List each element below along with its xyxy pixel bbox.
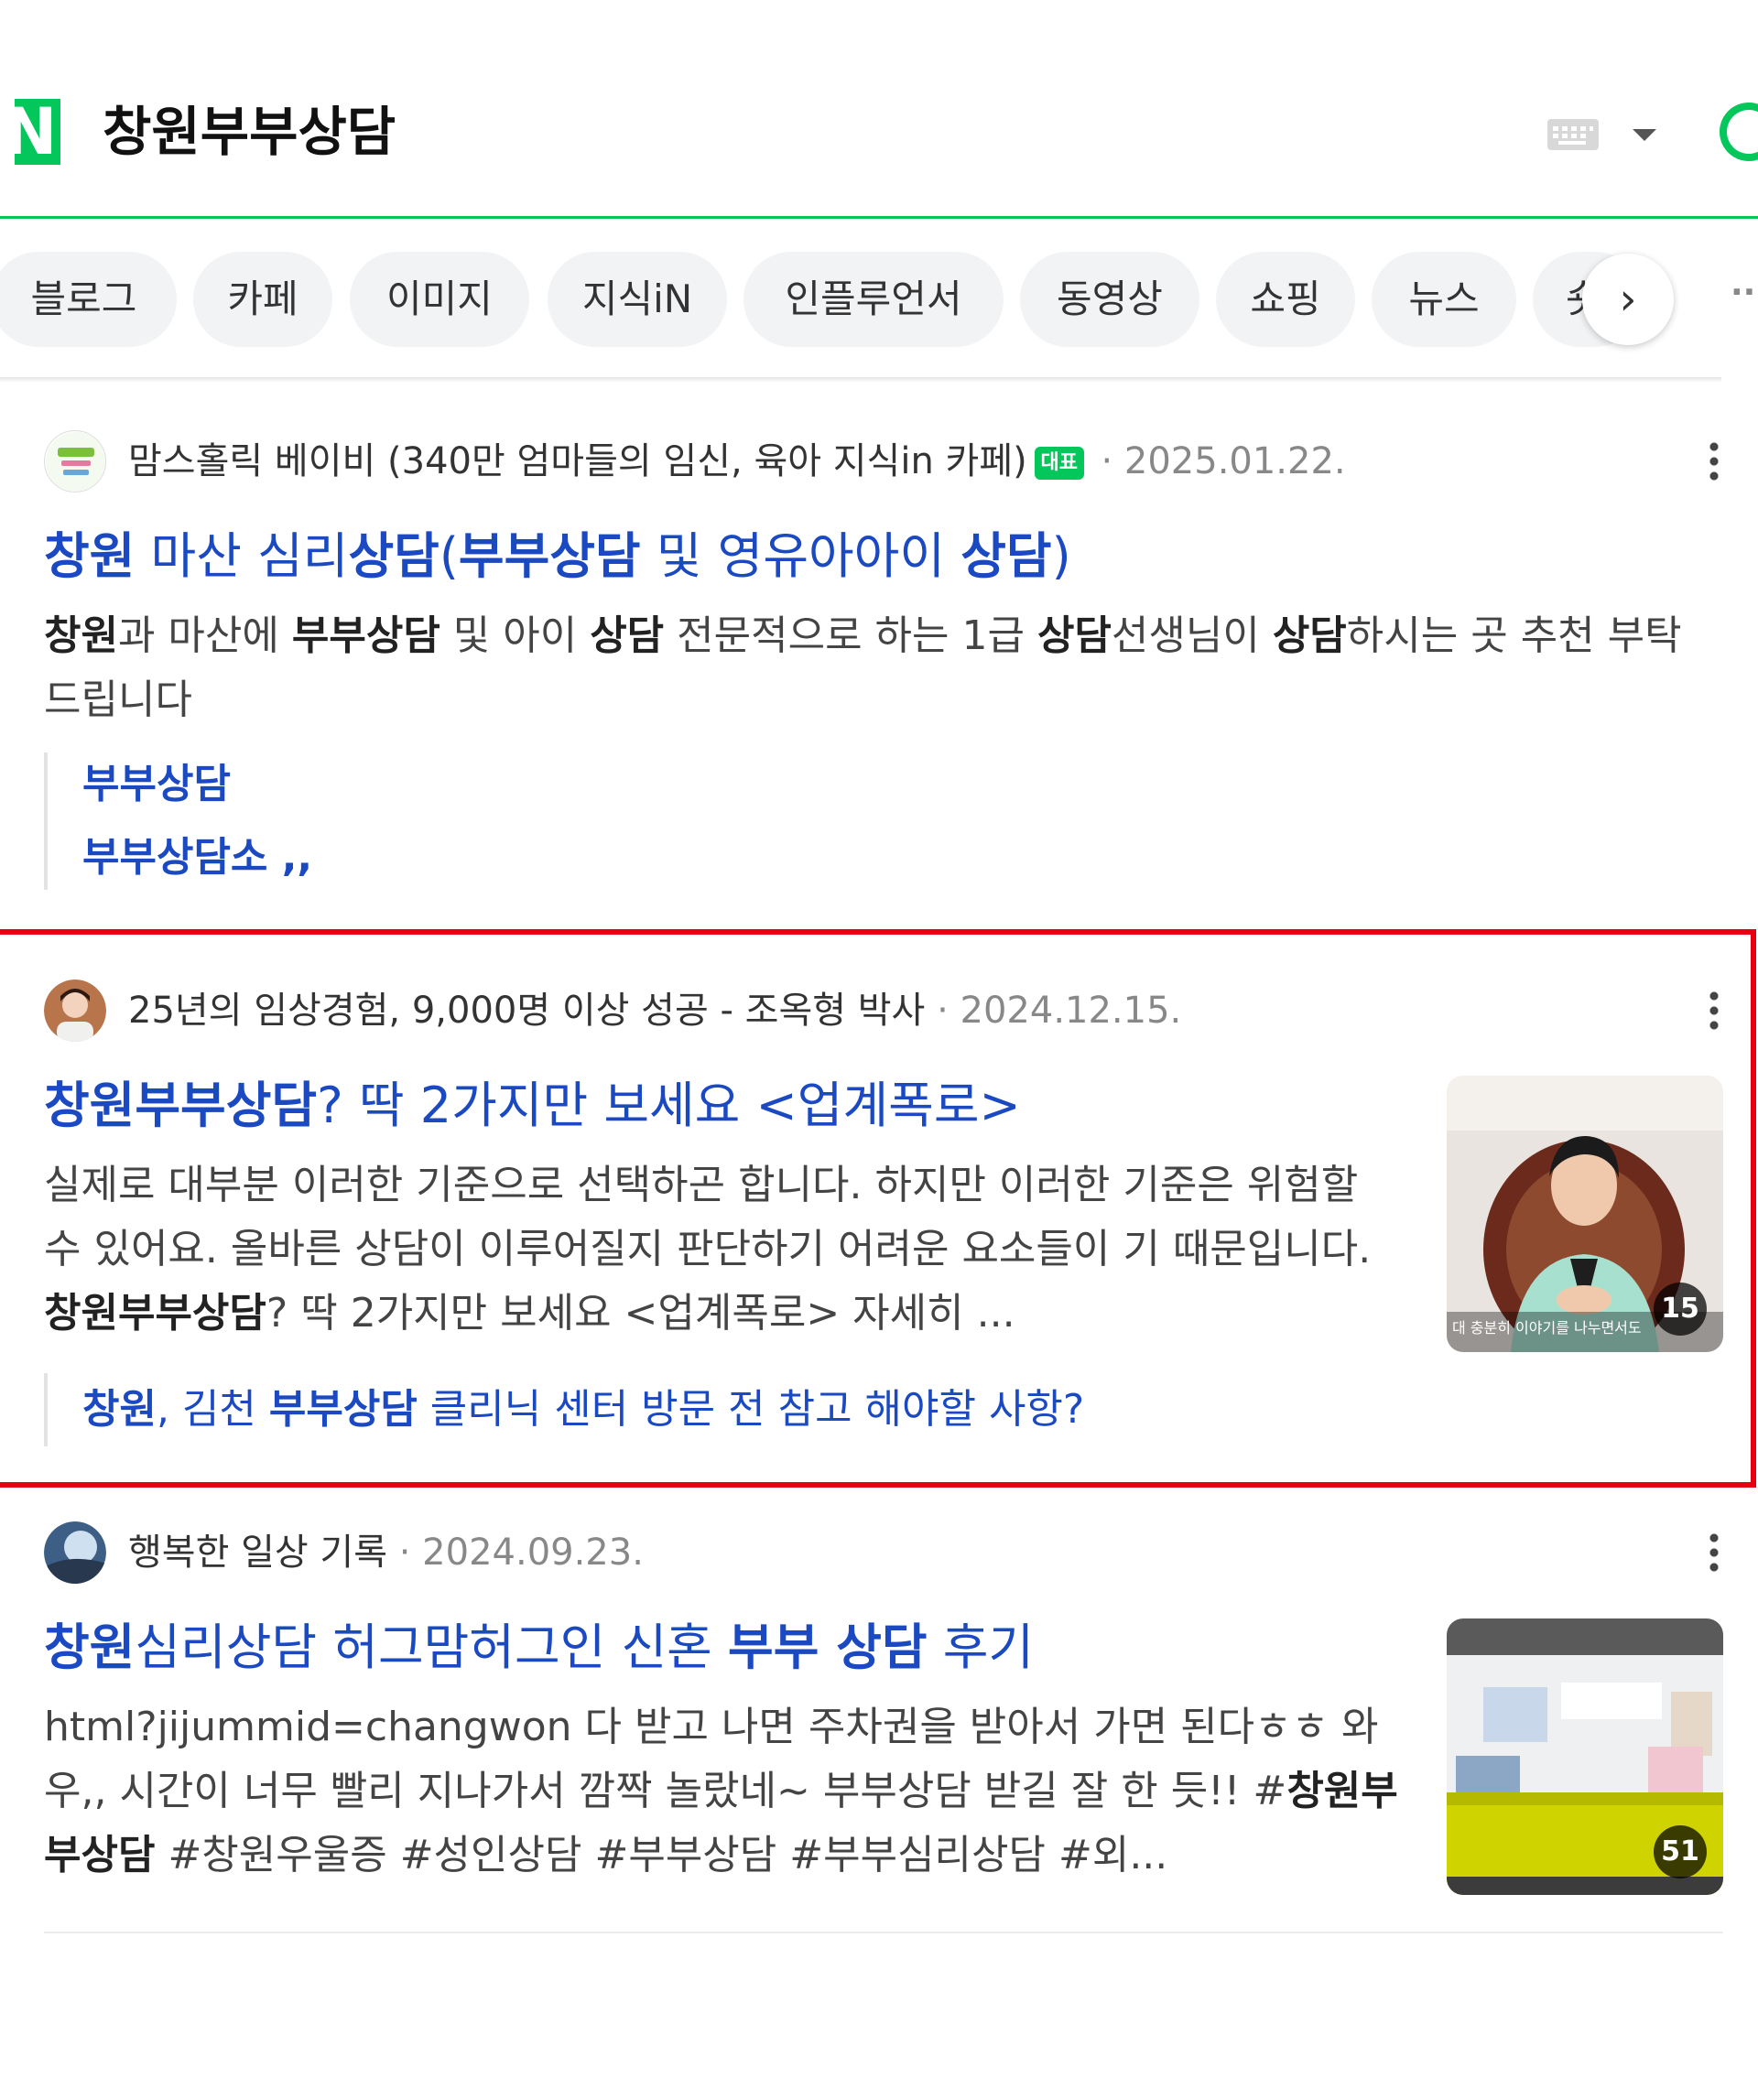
snippet-text: 실제로 대부분 이러한 기준으로 선택하곤 합니다. 하지만 이러한 기준은 위… bbox=[44, 1162, 1372, 1272]
title-text: ? 딱 2가지만 보세요 <업계폭로> bbox=[317, 1077, 1021, 1134]
title-text: 마산 심리 bbox=[135, 527, 349, 585]
thumbnail-caption: 대 충분히 이야기를 나누면서도 bbox=[1452, 1319, 1642, 1337]
result-source[interactable]: 행복한 일상 기록 · 2024.09.23. bbox=[44, 1521, 1720, 1586]
title-text: 및 영유아아이 bbox=[640, 527, 961, 585]
post-date: · 2024.09.23. bbox=[387, 1532, 644, 1574]
snippet-bold: 상담 bbox=[1272, 612, 1347, 659]
title-bold: 상담 bbox=[960, 527, 1052, 585]
image-count-badge: 15 bbox=[1654, 1283, 1707, 1336]
tab-kin[interactable]: 지식iN bbox=[548, 252, 727, 347]
tab-cafe[interactable]: 카페 bbox=[193, 252, 332, 347]
title-text: ) bbox=[1051, 527, 1071, 585]
more-options-icon[interactable] bbox=[1709, 439, 1720, 483]
author-avatar bbox=[44, 980, 106, 1042]
video-thumbnail[interactable]: 대 충분히 이야기를 나누면서도 15 bbox=[1447, 1076, 1723, 1352]
snippet-bold: 부부상담 bbox=[291, 612, 440, 659]
result-title-link[interactable]: 창원부부상담? 딱 2가지만 보세요 <업계폭로> bbox=[44, 1069, 1021, 1142]
result-snippet[interactable]: 창원과 마산에 부부상담 및 아이 상담 전문적으로 하는 1급 상담선생님이 … bbox=[44, 604, 1692, 732]
naver-logo-icon[interactable]: N bbox=[0, 99, 60, 165]
search-icon[interactable] bbox=[1720, 103, 1758, 161]
source-name: 25년의 임상경험, 9,000명 이상 성공 - 조옥형 박사 · 2024.… bbox=[128, 980, 1181, 1042]
snippet-text: 선생님이 bbox=[1111, 612, 1273, 659]
link-bold: 부부상담 bbox=[268, 1386, 418, 1433]
snippet-text: 전문적으로 하는 1급 bbox=[664, 612, 1037, 659]
post-date: · 2025.01.22. bbox=[1089, 440, 1346, 482]
source-name: 맘스홀릭 베이비 (340만 엄마들의 임신, 육아 지식in 카페) 대표 · … bbox=[128, 430, 1346, 493]
image-count-badge: 51 bbox=[1654, 1825, 1707, 1878]
snippet-text: 및 아이 bbox=[440, 612, 591, 659]
search-tabs: 블로그 카페 이미지 지식iN 인플루언서 동영상 쇼핑 뉴스 숏 › bbox=[0, 252, 1758, 352]
snippet-text: html?jijummid=changwon 다 받고 나면 주차권을 받아서 … bbox=[44, 1704, 1379, 1814]
title-bold: 상담 bbox=[348, 527, 440, 585]
post-date: · 2024.12.15. bbox=[925, 990, 1182, 1032]
related-links: 부부상담 부부상담소 ,, bbox=[44, 752, 312, 890]
link-text: , 김천 bbox=[156, 1386, 269, 1433]
tab-news[interactable]: 뉴스 bbox=[1372, 252, 1516, 347]
result-snippet[interactable]: 실제로 대부분 이러한 기준으로 선택하곤 합니다. 하지만 이러한 기준은 위… bbox=[44, 1153, 1399, 1346]
tabs-divider bbox=[0, 377, 1721, 383]
tab-image[interactable]: 이미지 bbox=[350, 252, 529, 347]
tab-blog[interactable]: 블로그 bbox=[0, 252, 177, 347]
snippet-bold: 창원부부상담 bbox=[44, 1290, 266, 1337]
tab-shopping[interactable]: 쇼핑 bbox=[1216, 252, 1355, 347]
cafe-avatar bbox=[44, 430, 106, 493]
more-options-icon[interactable] bbox=[1709, 989, 1720, 1033]
title-bold: 창원 bbox=[44, 1618, 136, 1676]
title-text: ( bbox=[439, 527, 459, 585]
snippet-text: ? 딱 2가지만 보세요 <업계폭로> 자세히 ... bbox=[266, 1290, 1015, 1337]
cafe-name: 맘스홀릭 베이비 (340만 엄마들의 임신, 육아 지식in 카페) bbox=[128, 440, 1027, 482]
representative-badge: 대표 bbox=[1034, 447, 1084, 480]
result-source[interactable]: 25년의 임상경험, 9,000명 이상 성공 - 조옥형 박사 · 2024.… bbox=[44, 980, 1720, 1044]
header-divider bbox=[0, 216, 1758, 219]
snippet-bold: 상담 bbox=[1036, 612, 1112, 659]
link-bold: 창원 bbox=[82, 1386, 157, 1433]
title-text: 후기 bbox=[927, 1618, 1035, 1676]
snippet-text: 과 마산에 bbox=[117, 612, 292, 659]
image-thumbnail[interactable]: 51 bbox=[1447, 1618, 1723, 1895]
snippet-text: #창원우울증 #성인상담 #부부상담 #부부심리상담 #외... bbox=[155, 1832, 1168, 1878]
source-name: 행복한 일상 기록 · 2024.09.23. bbox=[128, 1521, 644, 1584]
more-options-icon[interactable] bbox=[1709, 1531, 1720, 1575]
result-title-link[interactable]: 창원심리상담 허그맘허그인 신혼 부부 상담 후기 bbox=[44, 1611, 1034, 1684]
title-bold: 부부 상담 bbox=[728, 1618, 928, 1676]
results-divider bbox=[44, 1932, 1723, 1933]
title-bold: 창원 bbox=[44, 527, 136, 585]
blog-name: 행복한 일상 기록 bbox=[128, 1532, 388, 1574]
tab-video[interactable]: 동영상 bbox=[1020, 252, 1199, 347]
more-tabs-icon[interactable]: ·· bbox=[1731, 276, 1758, 309]
search-query-input[interactable]: 창원부부상담 bbox=[103, 99, 396, 165]
logo-letter: N bbox=[3, 94, 58, 169]
link-text: 클리닉 센터 방문 전 참고 해야할 사항? bbox=[417, 1386, 1085, 1433]
snippet-bold: 상담 bbox=[590, 612, 665, 659]
related-link[interactable]: 창원, 김천 부부상담 클리닉 센터 방문 전 참고 해야할 사항? bbox=[82, 1373, 1084, 1446]
title-bold: 창원부부상담 bbox=[44, 1077, 318, 1134]
chevron-down-icon[interactable] bbox=[1633, 129, 1656, 141]
tab-influencer[interactable]: 인플루언서 bbox=[743, 252, 1004, 347]
search-header: N 창원부부상담 bbox=[0, 0, 1758, 220]
snippet-bold: 창원 bbox=[44, 612, 118, 659]
related-link[interactable]: 부부상담 bbox=[82, 752, 312, 817]
chevron-right-icon[interactable]: › bbox=[1582, 254, 1674, 345]
keyboard-icon[interactable] bbox=[1547, 119, 1599, 150]
related-link[interactable]: 부부상담소 ,, bbox=[82, 817, 312, 899]
result-title-link[interactable]: 창원 마산 심리상담(부부상담 및 영유아아이 상담) bbox=[44, 520, 1071, 593]
title-text: 심리상담 허그맘허그인 신혼 bbox=[135, 1618, 729, 1676]
title-bold: 부부상담 bbox=[458, 527, 641, 585]
result-snippet[interactable]: html?jijummid=changwon 다 받고 나면 주차권을 받아서 … bbox=[44, 1695, 1408, 1888]
blogger-avatar bbox=[44, 1521, 106, 1584]
blog-name: 25년의 임상경험, 9,000명 이상 성공 - 조옥형 박사 bbox=[128, 990, 926, 1032]
result-source[interactable]: 맘스홀릭 베이비 (340만 엄마들의 임신, 육아 지식in 카페) 대표 · … bbox=[44, 430, 1720, 494]
related-links: 창원, 김천 부부상담 클리닉 센터 방문 전 참고 해야할 사항? bbox=[44, 1373, 1084, 1446]
